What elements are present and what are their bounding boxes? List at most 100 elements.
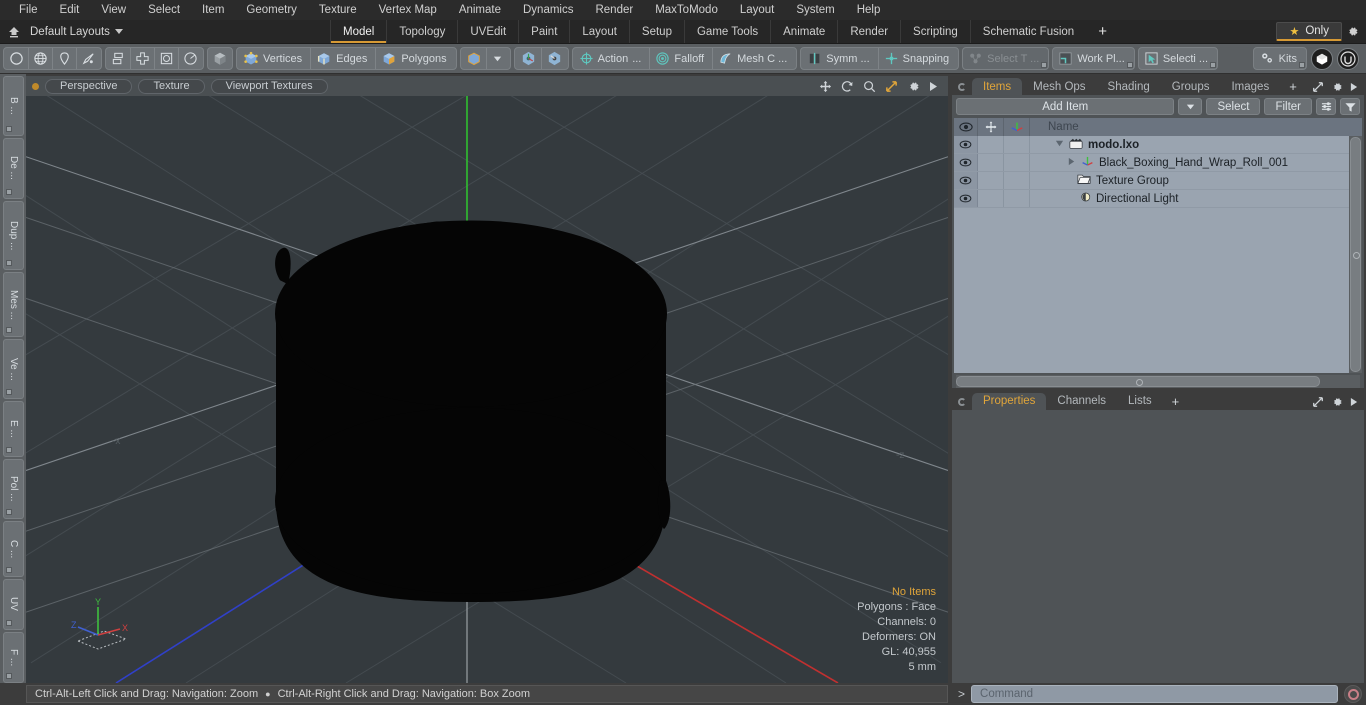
selection-set-button[interactable]: Selecti ... (1137, 47, 1219, 70)
table-row[interactable]: Texture Group (954, 172, 1349, 190)
items-tree-horizontal-scrollbar[interactable] (956, 374, 1360, 388)
element-radial-icon[interactable] (178, 48, 202, 69)
column-lock-move-icon[interactable] (978, 118, 1004, 136)
panel-tab-groups[interactable]: Groups (1161, 78, 1221, 95)
panel-menu-dot-icon[interactable] (958, 397, 966, 406)
tab-scripting[interactable]: Scripting (900, 20, 970, 43)
axis-gizmo-b-icon[interactable] (540, 48, 567, 69)
row-axis-cell[interactable] (1004, 190, 1030, 207)
items-tree-vertical-scrollbar[interactable] (1349, 136, 1362, 373)
select-through-button[interactable]: Select T ... (962, 47, 1050, 70)
row-lock-cell[interactable] (978, 136, 1004, 153)
fit-icon[interactable] (885, 80, 898, 93)
filter-button[interactable]: Filter (1264, 98, 1312, 115)
play-arrow-icon[interactable] (1350, 397, 1358, 407)
menu-item-vertex-map[interactable]: Vertex Map (368, 0, 448, 20)
tab-render[interactable]: Render (837, 20, 900, 43)
panel-tab-shading[interactable]: Shading (1097, 78, 1161, 95)
column-axis-icon[interactable] (1004, 118, 1030, 136)
row-name-cell[interactable]: modo.lxo (1030, 136, 1349, 153)
left-tab-basic[interactable]: B ... (3, 76, 24, 137)
symmetry-button[interactable]: Symm ... (802, 48, 877, 69)
row-visibility-toggle[interactable] (954, 190, 978, 207)
add-item-button[interactable]: Add Item (956, 98, 1175, 115)
panel-tab-images[interactable]: Images (1220, 78, 1280, 95)
viewport-axis-gizmo[interactable]: Y X Z (70, 597, 134, 653)
zoom-icon[interactable] (863, 80, 876, 93)
tab-paint[interactable]: Paint (518, 20, 569, 43)
work-plane-button[interactable]: Work Pl... (1052, 47, 1135, 70)
menu-item-dynamics[interactable]: Dynamics (512, 0, 584, 20)
modo-badge-icon[interactable] (1311, 47, 1333, 70)
element-center-icon[interactable] (130, 48, 154, 69)
move-icon[interactable] (819, 80, 832, 93)
row-axis-cell[interactable] (1004, 172, 1030, 189)
cube-icon[interactable] (207, 47, 233, 70)
kits-button[interactable]: Kits (1252, 47, 1307, 70)
row-lock-cell[interactable] (978, 154, 1004, 171)
left-tab-fusion[interactable]: F ... (3, 631, 24, 683)
twisty-closed-icon[interactable] (1067, 157, 1076, 169)
properties-panel-body[interactable] (952, 409, 1364, 683)
row-visibility-toggle[interactable] (954, 154, 978, 171)
gear-icon[interactable] (1331, 81, 1343, 93)
expand-icon[interactable] (1312, 81, 1324, 93)
snapping-button[interactable]: Snapping (877, 48, 958, 69)
items-tree-empty-space[interactable] (954, 208, 1349, 373)
only-toggle-button[interactable]: ★ Only (1276, 22, 1342, 41)
menu-item-file[interactable]: File (8, 0, 49, 20)
lasso-icon[interactable] (76, 48, 100, 69)
viewport-shading-texture[interactable]: Texture (138, 78, 205, 94)
gear-icon[interactable] (907, 80, 920, 93)
twisty-open-icon[interactable] (1055, 139, 1064, 151)
tab-model[interactable]: Model (330, 20, 387, 43)
left-tab-uv[interactable]: UV (3, 578, 24, 630)
menu-item-edit[interactable]: Edit (49, 0, 91, 20)
panel-tab-lists[interactable]: Lists (1117, 393, 1163, 410)
left-tab-mesh[interactable]: Mes ... (3, 272, 24, 338)
gear-icon[interactable] (1342, 25, 1362, 38)
row-visibility-toggle[interactable] (954, 136, 978, 153)
left-tab-deform[interactable]: De ... (3, 138, 24, 199)
row-name-cell[interactable]: Texture Group (1030, 172, 1349, 189)
left-tab-polygon[interactable]: Pol ... (3, 458, 24, 520)
add-tab-button[interactable]: + (1086, 20, 1119, 43)
row-name-cell[interactable]: Directional Light (1030, 190, 1349, 207)
row-visibility-toggle[interactable] (954, 172, 978, 189)
menu-item-help[interactable]: Help (846, 0, 892, 20)
tab-layout[interactable]: Layout (569, 20, 629, 43)
panel-tab-properties[interactable]: Properties (972, 392, 1047, 410)
menu-item-geometry[interactable]: Geometry (235, 0, 308, 20)
tab-topology[interactable]: Topology (386, 20, 457, 43)
play-arrow-icon[interactable] (1350, 82, 1358, 92)
funnel-icon[interactable] (1340, 98, 1360, 115)
properties-add-tab-button[interactable]: + (1163, 393, 1189, 410)
layout-selector[interactable]: Default Layouts (0, 20, 330, 43)
panel-tab-mesh-ops[interactable]: Mesh Ops (1022, 78, 1096, 95)
column-visibility-eye-icon[interactable] (954, 118, 978, 136)
scrollbar-thumb[interactable] (956, 375, 1320, 387)
circle-icon[interactable] (5, 48, 28, 69)
viewport-textures-toggle[interactable]: Viewport Textures (210, 78, 328, 94)
scrollbar-thumb[interactable] (1350, 137, 1361, 372)
chevron-down-icon[interactable] (485, 48, 509, 69)
menu-item-texture[interactable]: Texture (308, 0, 368, 20)
expand-icon[interactable] (1312, 396, 1324, 408)
left-tab-command[interactable]: C ... (3, 521, 24, 577)
globe-icon[interactable] (28, 48, 52, 69)
panel-tab-channels[interactable]: Channels (1046, 393, 1117, 410)
selection-mode-vertices[interactable]: Vertices (238, 48, 310, 69)
tab-setup[interactable]: Setup (628, 20, 684, 43)
gear-icon[interactable] (1331, 396, 1343, 408)
table-row[interactable]: modo.lxo (954, 136, 1349, 154)
menu-item-item[interactable]: Item (191, 0, 235, 20)
panel-menu-dot-icon[interactable] (958, 83, 966, 91)
menu-item-layout[interactable]: Layout (729, 0, 786, 20)
home-icon[interactable] (6, 24, 22, 40)
record-circle-icon[interactable] (1344, 685, 1362, 703)
action-center-button[interactable]: Action ... (574, 48, 650, 69)
left-tab-vertex[interactable]: Ve ... (3, 339, 24, 400)
falloff-button[interactable]: Falloff (649, 48, 712, 69)
panel-add-tab-button[interactable]: + (1280, 78, 1306, 95)
mesh-constraint-button[interactable]: Mesh C ... (712, 48, 795, 69)
